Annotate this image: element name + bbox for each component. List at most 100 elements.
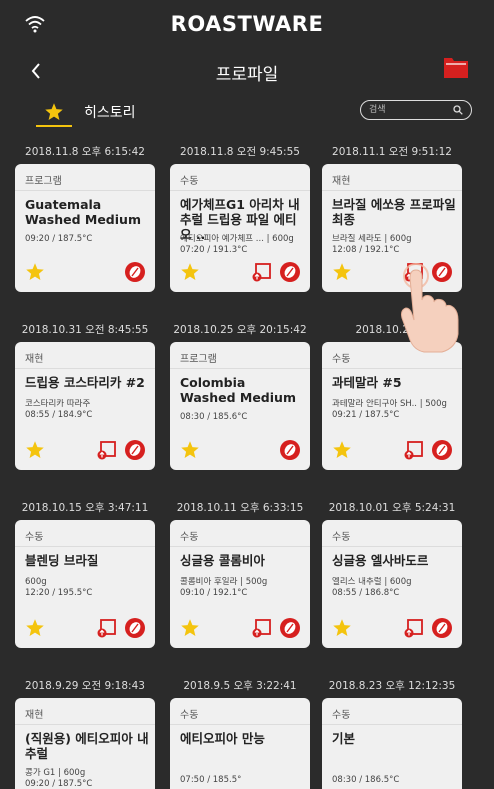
profile-card-wrapper: 2018.11.8 오전 9:45:55 수동 예가체프G1 아리차 내추럴 드립용… xyxy=(170,144,310,292)
star-icon[interactable] xyxy=(25,618,45,638)
profile-card-wrapper: 2018.9.5 오후 3:22:41 수동 에티오피아 만능 07:50 / 185… xyxy=(170,678,310,789)
card-type-label: 수동 xyxy=(332,354,351,365)
card-type-label: 수동 xyxy=(25,532,44,543)
card-time-temp: 07:20 / 191.3°C xyxy=(180,245,248,255)
card-date: 2018.10.15 오후 3:47:11 xyxy=(21,502,149,514)
profile-card-wrapper: 2018.10.11 오후 6:33:15 수동 싱글용 콜롬비아 콜롬비아 후일라 … xyxy=(170,500,310,648)
card-time-temp: 09:10 / 192.1°C xyxy=(180,588,248,598)
export-icon[interactable] xyxy=(252,618,272,638)
profile-card-wrapper: 2018.10.31 오전 8:45:55 재현드립용 코스타리카 #2 코스타리카… xyxy=(15,322,155,470)
card-title: 드립용 코스타리카 #2 xyxy=(25,375,145,390)
export-icon[interactable] xyxy=(404,618,424,638)
card-title: 싱글용 엘사바도르 xyxy=(332,553,429,568)
card-type-label: 수동 xyxy=(332,710,351,721)
card-date: 2018.10.25 오후 20:15:42 xyxy=(173,324,307,336)
profile-card[interactable]: 재현 (직원용) 에티오피아 내추럴 콩가 G1 | 600g 09:20 / 187… xyxy=(15,698,155,789)
profile-card[interactable]: 수동 싱글용 콜롬비아 콜롬비아 후일라 | 500g 09:10 / 192.1°C xyxy=(170,520,310,648)
status-bar: ROASTWARE xyxy=(0,0,494,48)
coffee-bean-icon[interactable] xyxy=(432,618,452,638)
export-icon[interactable] xyxy=(97,618,117,638)
profile-card[interactable]: 수동 과테말라 #5 과테말라 안티구아 SH.. | 500g 09:21 / 18… xyxy=(322,342,462,470)
coffee-bean-icon[interactable] xyxy=(280,440,300,460)
card-type-label: 재현 xyxy=(25,354,44,365)
export-icon[interactable] xyxy=(404,440,424,460)
card-bean-info: 600g xyxy=(25,577,47,587)
card-type-label: 수동 xyxy=(180,710,199,721)
card-bean-info: 에티오피아 예가체프 ... | 600g xyxy=(180,234,294,244)
card-time-temp: 08:55 / 186.8°C xyxy=(332,588,400,598)
star-icon[interactable] xyxy=(180,618,200,638)
profile-card[interactable]: 재현 브라질 에쏘용 프로파일 최종 브라질 세라도 | 600g 12:08 / 1… xyxy=(322,164,462,292)
star-icon[interactable] xyxy=(332,618,352,638)
star-icon[interactable] xyxy=(25,262,45,282)
search-icon[interactable] xyxy=(453,105,463,115)
coffee-bean-icon[interactable] xyxy=(432,262,452,282)
card-divider xyxy=(322,546,462,547)
brand-logo: ROASTWARE xyxy=(170,12,324,36)
coffee-bean-icon[interactable] xyxy=(125,618,145,638)
export-icon[interactable] xyxy=(252,262,272,282)
card-divider xyxy=(170,368,310,369)
card-title: 블렌딩 브라질 xyxy=(25,553,99,568)
star-icon[interactable] xyxy=(332,262,352,282)
card-title: Guatemala Washed Medium xyxy=(25,197,141,227)
card-bean-info: 브라질 세라도 | 600g xyxy=(332,234,412,244)
coffee-bean-icon[interactable] xyxy=(280,618,300,638)
card-title: 기본 xyxy=(332,731,356,746)
coffee-bean-icon[interactable] xyxy=(280,262,300,282)
star-icon[interactable] xyxy=(180,440,200,460)
profile-card[interactable]: 수동블렌딩 브라질 600g 12:20 / 195.5°C xyxy=(15,520,155,648)
nav-bar: 프로파일 xyxy=(0,52,494,92)
profile-card[interactable]: 수동 에티오피아 만능 07:50 / 185.5° xyxy=(170,698,310,789)
card-bean-info: 엘리스 내추럴 | 600g xyxy=(332,577,412,587)
profile-card[interactable]: 프로그램 Colombia Washed Medium 08:30 / 185.6°… xyxy=(170,342,310,470)
card-time-temp: 09:20 / 187.5°C xyxy=(25,779,93,789)
card-time-temp: 08:55 / 184.9°C xyxy=(25,410,93,420)
coffee-bean-icon[interactable] xyxy=(125,440,145,460)
card-date: 2018.10.11 오후 6:33:15 xyxy=(176,502,304,514)
card-date: 2018.11.8 오전 9:45:55 xyxy=(180,146,300,158)
profile-card-wrapper: 2018.11.8 오후 6:15:42 프로그램 Guatemala Washed… xyxy=(15,144,155,292)
card-bean-info: 코스타리카 따라주 xyxy=(25,399,91,409)
card-type-label: 재현 xyxy=(25,710,44,721)
coffee-bean-icon[interactable] xyxy=(432,440,452,460)
profile-card[interactable]: 프로그램 Guatemala Washed Medium 09:20 / 187.5… xyxy=(15,164,155,292)
page-title: 프로파일 xyxy=(215,65,279,85)
card-title: (직원용) 에티오피아 내추럴 xyxy=(25,731,149,761)
card-title: 브라질 에쏘용 프로파일 최종 xyxy=(332,197,456,227)
export-icon[interactable] xyxy=(97,440,117,460)
card-title: 싱글용 콜롬비아 xyxy=(180,553,265,568)
card-time-temp: 09:21 / 187.5°C xyxy=(332,410,400,420)
card-divider xyxy=(15,190,155,191)
card-date: 2018.11.8 오후 6:15:42 xyxy=(25,146,145,158)
history-tab-label[interactable]: 히스토리 xyxy=(84,102,136,122)
card-date: 2018.10.01 오후 5:24:31 xyxy=(328,502,456,514)
coffee-bean-icon[interactable] xyxy=(125,262,145,282)
export-icon[interactable] xyxy=(404,262,424,282)
profile-card[interactable]: 수동 싱글용 엘사바도르 엘리스 내추럴 | 600g 08:55 / 186.8°C xyxy=(322,520,462,648)
card-date: 2018.10.31 오전 8:45:55 xyxy=(21,324,149,336)
card-type-label: 프로그램 xyxy=(180,354,217,365)
card-type-label: 프로그램 xyxy=(25,176,62,187)
card-divider xyxy=(15,724,155,725)
profile-card-wrapper: 2018.8.23 오후 12:12:35 수동 기본 08:30 / 186.5°C xyxy=(322,678,462,789)
history-tab-row: 히스토리 xyxy=(0,96,494,130)
profile-card-wrapper: 2018.11.1 오전 9:51:12 재현 브라질 에쏘용 프로파일 최종 브라질… xyxy=(322,144,462,292)
card-title: 에티오피아 만능 xyxy=(180,731,265,746)
search-box[interactable] xyxy=(360,100,472,120)
card-bean-info: 과테말라 안티구아 SH.. | 500g xyxy=(332,399,447,409)
star-icon[interactable] xyxy=(332,440,352,460)
card-type-label: 수동 xyxy=(180,532,199,543)
folder-icon[interactable] xyxy=(442,54,470,80)
star-icon[interactable] xyxy=(44,102,64,122)
card-title: Colombia Washed Medium xyxy=(180,375,296,405)
star-icon[interactable] xyxy=(180,262,200,282)
profile-card[interactable]: 재현드립용 코스타리카 #2 코스타리카 따라주 08:55 / 184.9°C xyxy=(15,342,155,470)
star-icon[interactable] xyxy=(25,440,45,460)
profile-card[interactable]: 수동 예가체프G1 아리차 내추럴 드립용 파일 에티오 .. 에티오피아 예가체프… xyxy=(170,164,310,292)
profile-card[interactable]: 수동 기본 08:30 / 186.5°C xyxy=(322,698,462,789)
search-input[interactable] xyxy=(369,102,449,118)
card-time-temp: 12:20 / 195.5°C xyxy=(25,588,93,598)
card-date: 2018.10.24 오 xyxy=(355,324,429,336)
card-divider xyxy=(322,368,462,369)
